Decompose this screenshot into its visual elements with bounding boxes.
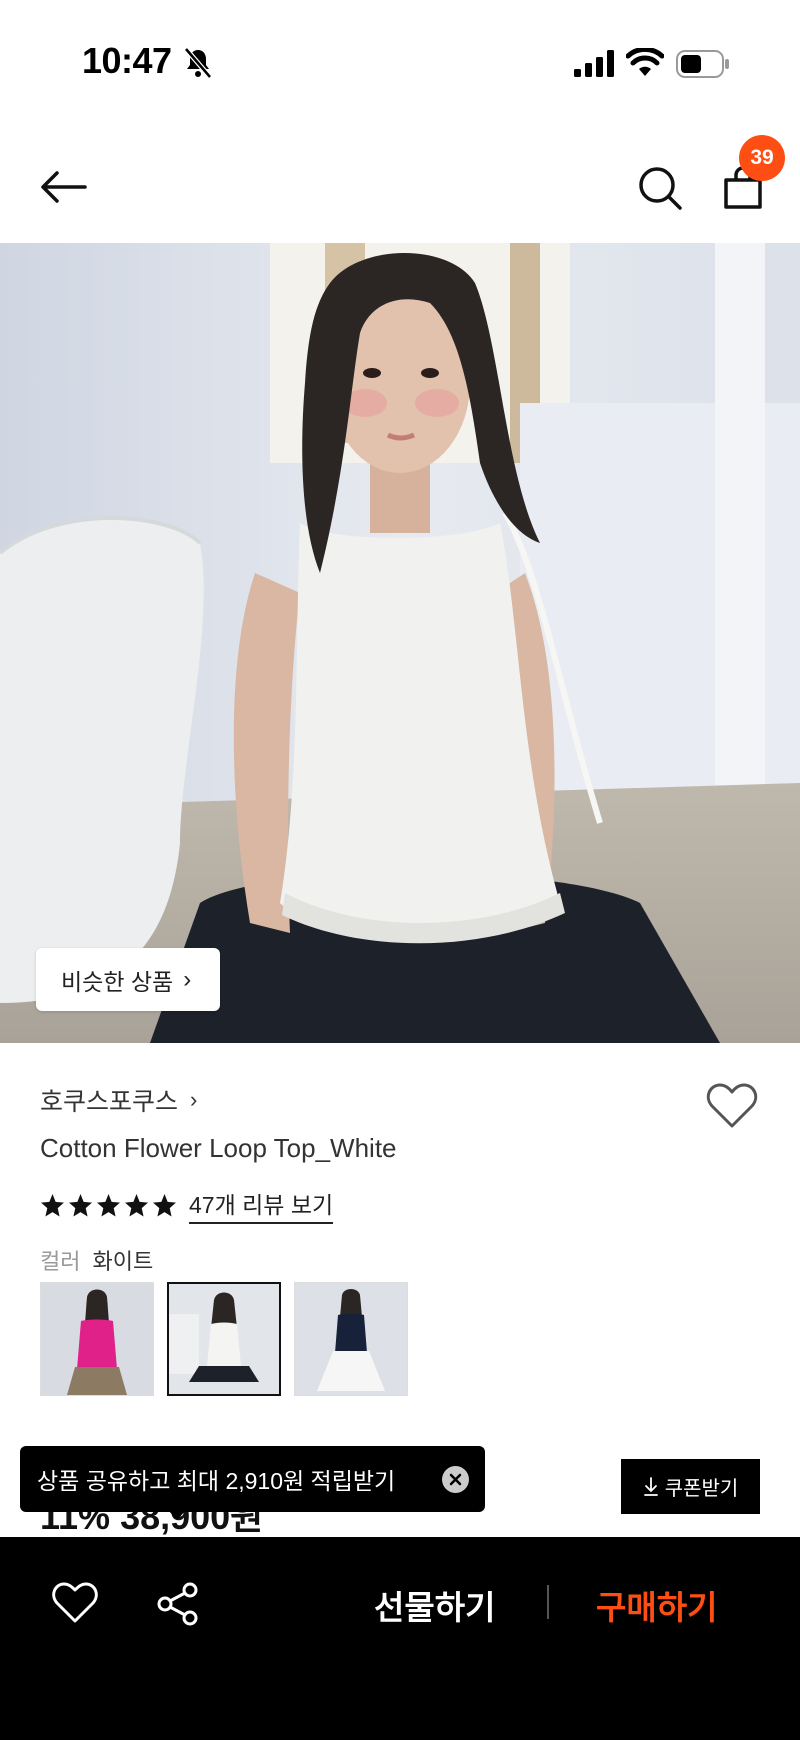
- similar-products-button[interactable]: 비슷한 상품 ›: [36, 948, 220, 1011]
- product-hero-image[interactable]: [0, 243, 800, 1043]
- brand-link[interactable]: 호쿠스포쿠스 ›: [40, 1082, 197, 1118]
- share-reward-tooltip: 상품 공유하고 최대 2,910원 적립받기: [20, 1446, 485, 1512]
- tooltip-tail: [168, 1510, 186, 1520]
- heart-icon[interactable]: [52, 1581, 98, 1625]
- rating-stars: [40, 1193, 177, 1218]
- share-icon[interactable]: [155, 1581, 201, 1627]
- cart-count-badge: 39: [739, 135, 785, 181]
- back-button[interactable]: [34, 160, 92, 214]
- search-button[interactable]: [632, 160, 688, 216]
- brand-name: 호쿠스포쿠스: [40, 1088, 179, 1116]
- divider: [547, 1585, 549, 1619]
- buy-button[interactable]: 구매하기: [596, 1581, 717, 1629]
- battery-icon: [676, 50, 729, 78]
- status-bar: 10:47: [0, 0, 800, 130]
- color-swatch-pink[interactable]: [40, 1282, 154, 1396]
- star-icon: [153, 1193, 176, 1216]
- coupon-button[interactable]: 쿠폰받기: [621, 1459, 760, 1514]
- color-swatch-navy[interactable]: [294, 1282, 408, 1396]
- gift-button[interactable]: 선물하기: [374, 1581, 495, 1629]
- chevron-right-icon: ›: [183, 965, 192, 993]
- color-option-row: 컬러 화이트: [40, 1244, 153, 1276]
- arrow-left-icon: [41, 171, 87, 203]
- star-icon: [125, 1193, 148, 1216]
- signal-icon: [574, 50, 614, 77]
- star-icon: [69, 1193, 92, 1216]
- color-swatches: [40, 1282, 408, 1396]
- rating-row: 47개 리뷰 보기: [40, 1186, 334, 1224]
- nav-bar: [0, 130, 800, 243]
- star-icon: [97, 1193, 120, 1216]
- search-icon: [639, 167, 682, 210]
- bottom-action-bar: 선물하기 구매하기: [0, 1537, 800, 1740]
- color-value: 화이트: [92, 1249, 154, 1274]
- bell-slash-icon: [184, 47, 212, 79]
- status-time: 10:47: [82, 40, 172, 81]
- reviews-link[interactable]: 47개 리뷰 보기: [189, 1186, 334, 1224]
- coupon-label: 쿠폰받기: [664, 1478, 739, 1500]
- wifi-icon: [626, 48, 664, 76]
- download-icon: [643, 1476, 658, 1496]
- share-reward-text: 상품 공유하고 최대 2,910원 적립받기: [37, 1468, 396, 1494]
- close-icon[interactable]: [442, 1466, 469, 1493]
- color-label: 컬러: [40, 1249, 81, 1274]
- color-swatch-white[interactable]: [167, 1282, 281, 1396]
- star-icon: [41, 1193, 64, 1216]
- similar-products-label: 비슷한 상품: [61, 968, 174, 995]
- chevron-right-icon: ›: [190, 1087, 198, 1112]
- product-title: Cotton Flower Loop Top_White: [40, 1133, 397, 1163]
- heart-icon[interactable]: [706, 1082, 758, 1130]
